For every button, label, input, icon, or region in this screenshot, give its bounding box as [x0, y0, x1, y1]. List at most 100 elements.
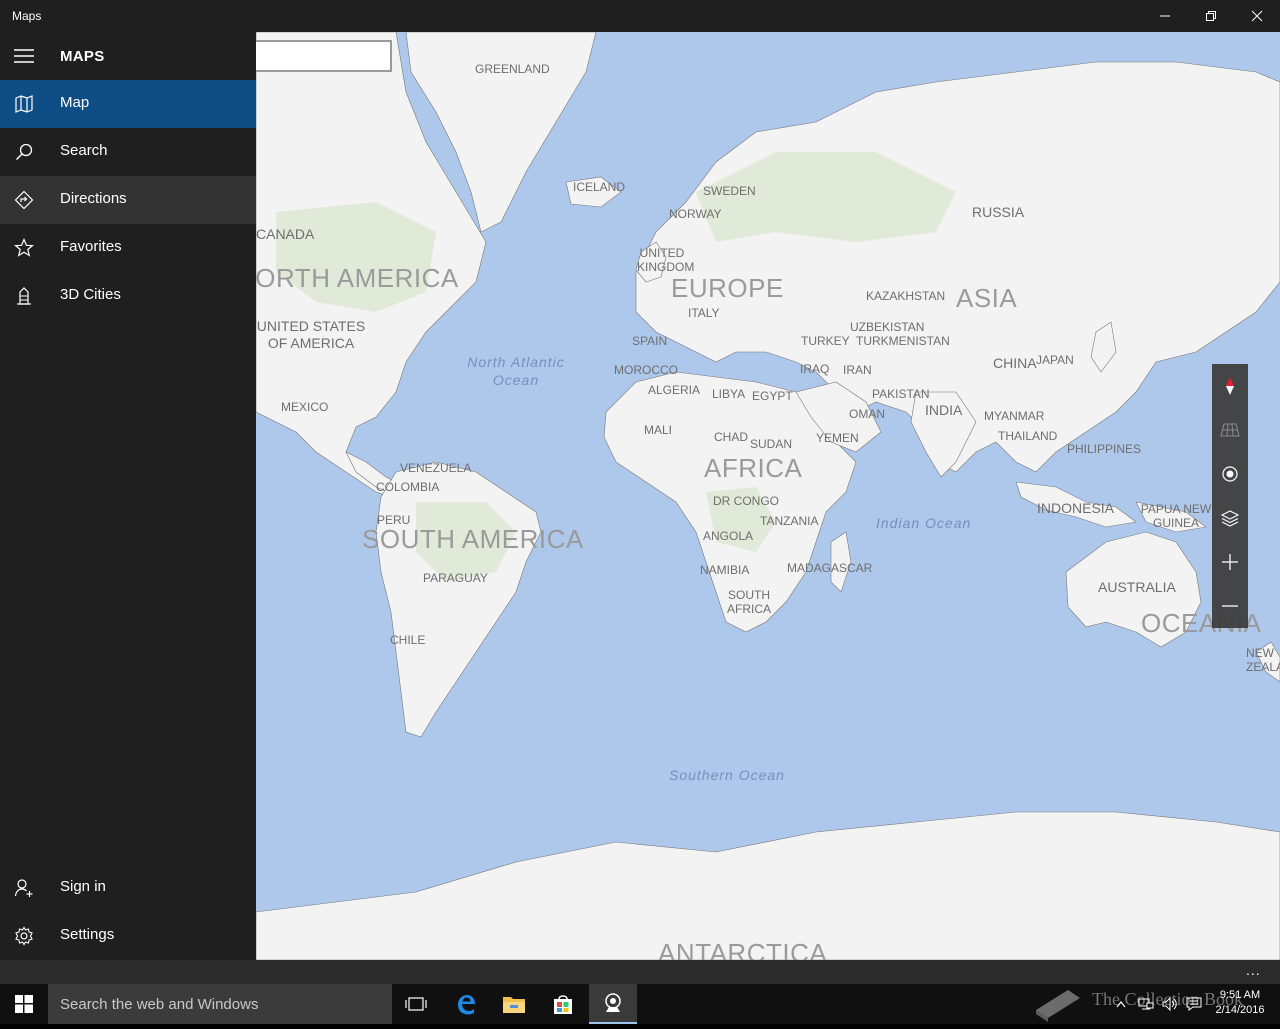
volume-button[interactable]: [1158, 984, 1182, 1024]
zoom-out-button[interactable]: [1212, 584, 1248, 628]
map-label: PHILIPPINES: [1067, 442, 1142, 456]
close-button[interactable]: [1234, 0, 1280, 32]
map-label: EGYPT: [752, 389, 793, 403]
map-label: Southern Ocean: [669, 767, 785, 783]
network-button[interactable]: [1134, 984, 1158, 1024]
map-search-box[interactable]: [256, 40, 392, 72]
settings-label: Settings: [60, 926, 115, 943]
hamburger-icon: [14, 49, 34, 63]
action-center-button[interactable]: [1182, 984, 1206, 1024]
book-icon: [1036, 990, 1080, 1022]
more-options-button[interactable]: ...: [1246, 962, 1261, 978]
sidebar-item-label: Directions: [60, 190, 127, 207]
map-label: North Atlantic Ocean: [467, 354, 565, 388]
volume-icon: [1162, 997, 1177, 1011]
file-explorer-button[interactable]: [490, 984, 538, 1024]
map-label: MADAGASCAR: [787, 561, 873, 575]
maps-taskbar-button[interactable]: [589, 984, 637, 1024]
map-label: TURKEY: [801, 334, 850, 348]
map-label: EUROPE: [671, 273, 784, 303]
taskbar-search-input[interactable]: [60, 994, 380, 1014]
map-label: TANZANIA: [760, 514, 819, 528]
map-label: Indian Ocean: [876, 515, 972, 531]
sidebar-item-3d-cities[interactable]: 3D Cities: [0, 272, 256, 320]
sidebar-item-search[interactable]: Search: [0, 128, 256, 176]
map-label: CHAD: [714, 430, 749, 444]
map-label: SUDAN: [750, 437, 793, 451]
show-my-location-button[interactable]: [1212, 452, 1248, 496]
map-label: PARAGUAY: [423, 571, 488, 585]
map-label: LIBYA: [712, 387, 746, 401]
edge-icon: [458, 995, 475, 1015]
map-label: AUSTRALIA: [1098, 579, 1176, 595]
map-label: ITALY: [688, 306, 720, 320]
windows-logo-icon: [15, 995, 33, 1013]
map-label: INDONESIA: [1037, 500, 1115, 516]
task-view-icon: [405, 997, 427, 1011]
restore-button[interactable]: [1188, 0, 1234, 32]
compass-icon: [1226, 377, 1234, 395]
map-label: GREENLAND: [475, 62, 550, 76]
show-hidden-icons-icon: [1116, 1001, 1126, 1008]
show-hidden-icons-button[interactable]: [1110, 984, 1132, 1024]
action-center-icon: [1186, 997, 1202, 1011]
taskbar-search[interactable]: [48, 984, 392, 1024]
map-label: IRAQ: [800, 362, 830, 376]
sidebar-item-label: Search: [60, 142, 108, 159]
map-label: IRAN: [843, 363, 872, 377]
map-label: NORWAY: [669, 207, 722, 221]
map-canvas[interactable]: GREENLAND ICELAND SWEDEN NORWAY RUSSIA C…: [256, 32, 1280, 960]
start-button[interactable]: [0, 984, 48, 1024]
tilt-button[interactable]: [1212, 408, 1248, 452]
map-label: MEXICO: [281, 400, 329, 414]
sidebar-header: MAPS: [0, 32, 256, 80]
directions-icon: [14, 190, 34, 210]
hamburger-menu-button[interactable]: [12, 46, 36, 66]
map-label: INDIA: [925, 402, 963, 418]
map-label: SWEDEN: [703, 184, 756, 198]
minimize-button[interactable]: [1142, 0, 1188, 32]
map-label: CHILE: [390, 633, 426, 647]
compass-button[interactable]: [1212, 364, 1248, 408]
map-label: MALI: [644, 423, 673, 437]
map-label: SOUTH AMERICA: [362, 524, 584, 554]
location-target-icon: [1222, 466, 1238, 482]
map-views-button[interactable]: [1212, 496, 1248, 540]
map-label: ICELAND: [573, 180, 626, 194]
star-icon: [14, 238, 34, 257]
store-icon: [554, 995, 572, 1014]
task-view-button[interactable]: [392, 984, 440, 1024]
sidebar-item-favorites[interactable]: Favorites: [0, 224, 256, 272]
sidebar-item-directions[interactable]: Directions: [0, 176, 256, 224]
sign-in-button[interactable]: Sign in: [0, 864, 256, 912]
map-label: VENEZUELA: [400, 461, 472, 475]
navigation-pane: MAPS Map Search Directions Favorites 3D …: [0, 32, 256, 960]
edge-button[interactable]: [442, 984, 490, 1024]
title-bar: Maps: [0, 0, 1280, 32]
map-label: DR CONGO: [713, 494, 779, 508]
taskbar: The Collection Book 9:51 AM 2/14/2016: [0, 984, 1280, 1024]
settings-button[interactable]: Settings: [0, 912, 256, 960]
map-label: ASIA: [956, 283, 1018, 313]
map-label: UNITED STATES OF AMERICA: [256, 318, 366, 351]
clock[interactable]: 9:51 AM 2/14/2016: [1210, 988, 1270, 1018]
app-name: MAPS: [60, 48, 105, 65]
restore-icon: [1206, 11, 1216, 21]
3d-cities-icon: [17, 287, 31, 305]
zoom-in-button[interactable]: [1212, 540, 1248, 584]
map-label: ANGOLA: [703, 529, 754, 543]
map-label: MYANMAR: [984, 409, 1045, 423]
map-label: TURKMENISTAN: [856, 334, 950, 348]
store-button[interactable]: [539, 984, 587, 1024]
map-label: PAKISTAN: [872, 387, 930, 401]
map-label: ANTARCTICA: [658, 938, 828, 960]
map-label: JAPAN: [1036, 353, 1074, 367]
map-label: RUSSIA: [972, 204, 1025, 220]
sidebar-item-label: 3D Cities: [60, 286, 121, 303]
sidebar-item-map[interactable]: Map: [0, 80, 256, 128]
minimize-icon: [1160, 15, 1170, 17]
map-icon: [15, 95, 33, 113]
network-icon: [1138, 998, 1154, 1010]
gear-icon: [15, 926, 33, 946]
app-command-bar: ...: [0, 960, 1280, 984]
